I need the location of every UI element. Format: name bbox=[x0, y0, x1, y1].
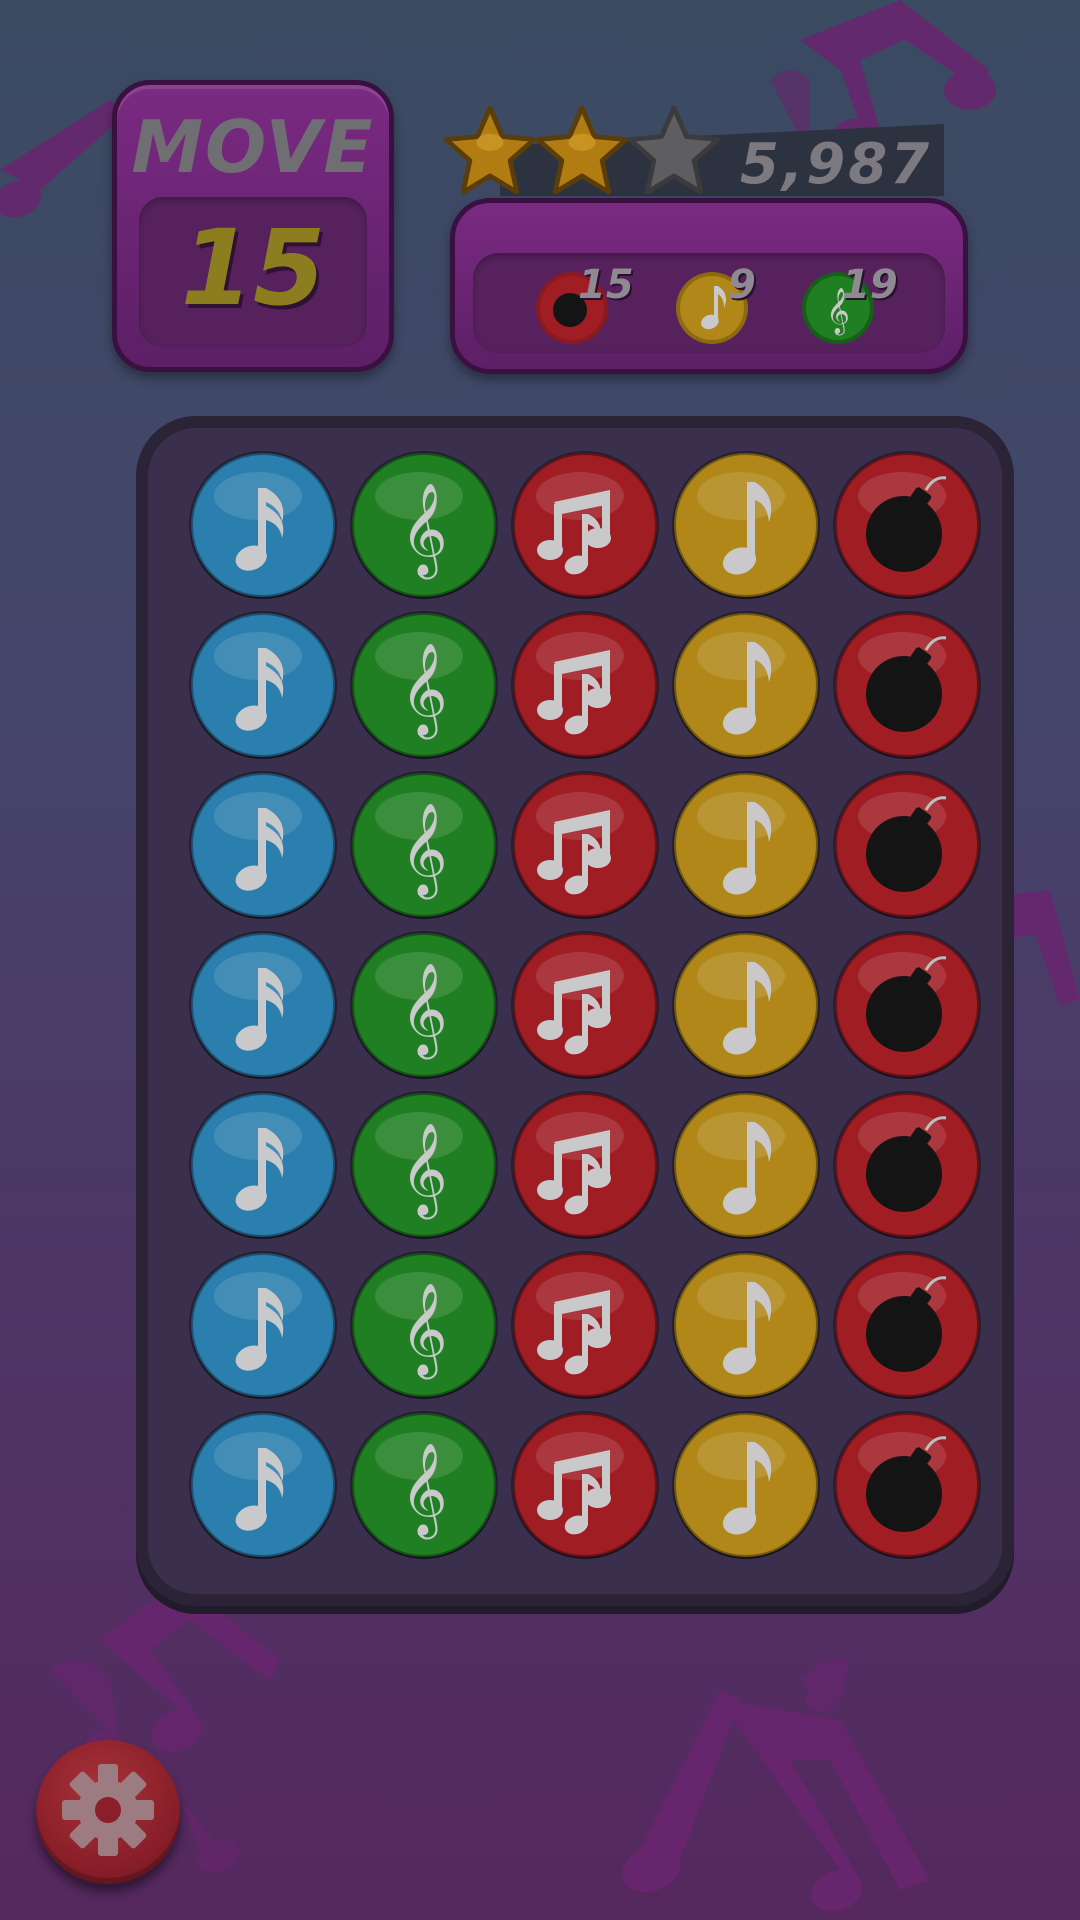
tile-yellow-eighth-note-r1c4[interactable] bbox=[671, 450, 821, 600]
tile-green-treble-clef-r1c2[interactable]: 𝄞 bbox=[349, 450, 499, 600]
tile-green-treble-clef-r3c2[interactable]: 𝄞 bbox=[349, 770, 499, 920]
game-board: 𝄞 𝄞 𝄞 𝄞 𝄞 𝄞 𝄞 bbox=[136, 416, 1014, 1606]
tile-blue-sixteenth-note-r6c1[interactable] bbox=[188, 1250, 338, 1400]
move-count-box: 15 bbox=[139, 197, 367, 347]
goal-bomb-count: 15 bbox=[578, 262, 634, 308]
star-icon-1 bbox=[443, 105, 537, 195]
svg-text:𝄞: 𝄞 bbox=[400, 482, 447, 579]
svg-text:𝄞: 𝄞 bbox=[400, 802, 447, 899]
move-panel: MOVE 15 bbox=[112, 80, 394, 372]
tile-red-bomb-r4c5[interactable] bbox=[832, 930, 982, 1080]
tile-blue-sixteenth-note-r4c1[interactable] bbox=[188, 930, 338, 1080]
svg-text:𝄞: 𝄞 bbox=[400, 1282, 447, 1379]
tile-green-treble-clef-r5c2[interactable]: 𝄞 bbox=[349, 1090, 499, 1240]
svg-text:𝄞: 𝄞 bbox=[400, 642, 447, 739]
goal-clef-count: 19 bbox=[842, 262, 898, 308]
tile-yellow-eighth-note-r4c4[interactable] bbox=[671, 930, 821, 1080]
tile-red-beamed-notes-r4c3[interactable] bbox=[510, 930, 660, 1080]
tile-red-bomb-r7c5[interactable] bbox=[832, 1410, 982, 1560]
svg-text:𝄞: 𝄞 bbox=[400, 962, 447, 1059]
tile-red-bomb-r6c5[interactable] bbox=[832, 1250, 982, 1400]
move-count: 15 bbox=[180, 207, 326, 329]
tile-green-treble-clef-r2c2[interactable]: 𝄞 bbox=[349, 610, 499, 760]
tile-red-bomb-r2c5[interactable] bbox=[832, 610, 982, 760]
tile-yellow-eighth-note-r5c4[interactable] bbox=[671, 1090, 821, 1240]
tile-yellow-eighth-note-r3c4[interactable] bbox=[671, 770, 821, 920]
tile-blue-sixteenth-note-r2c1[interactable] bbox=[188, 610, 338, 760]
move-label: MOVE bbox=[131, 105, 375, 189]
tile-red-beamed-notes-r6c3[interactable] bbox=[510, 1250, 660, 1400]
tile-red-beamed-notes-r1c3[interactable] bbox=[510, 450, 660, 600]
tile-red-beamed-notes-r5c3[interactable] bbox=[510, 1090, 660, 1240]
tile-red-beamed-notes-r3c3[interactable] bbox=[510, 770, 660, 920]
tile-green-treble-clef-r7c2[interactable]: 𝄞 bbox=[349, 1410, 499, 1560]
tile-green-treble-clef-r6c2[interactable]: 𝄞 bbox=[349, 1250, 499, 1400]
settings-button[interactable] bbox=[36, 1740, 180, 1884]
tile-red-beamed-notes-r7c3[interactable] bbox=[510, 1410, 660, 1560]
treble-clef-icon: 𝄞 bbox=[400, 482, 447, 579]
tile-yellow-eighth-note-r6c4[interactable] bbox=[671, 1250, 821, 1400]
tile-red-bomb-r3c5[interactable] bbox=[832, 770, 982, 920]
tile-yellow-eighth-note-r7c4[interactable] bbox=[671, 1410, 821, 1560]
tile-green-treble-clef-r4c2[interactable]: 𝄞 bbox=[349, 930, 499, 1080]
tile-red-bomb-r5c5[interactable] bbox=[832, 1090, 982, 1240]
tile-red-beamed-notes-r2c3[interactable] bbox=[510, 610, 660, 760]
star-icon-3 bbox=[627, 105, 721, 195]
treble-clef-icon: 𝄞 bbox=[400, 642, 447, 739]
tile-red-bomb-r1c5[interactable] bbox=[832, 450, 982, 600]
svg-text:𝄞: 𝄞 bbox=[400, 1442, 447, 1539]
tile-yellow-eighth-note-r2c4[interactable] bbox=[671, 610, 821, 760]
svg-text:𝄞: 𝄞 bbox=[400, 1122, 447, 1219]
gear-icon bbox=[62, 1764, 154, 1856]
treble-clef-icon: 𝄞 bbox=[400, 962, 447, 1059]
tile-blue-sixteenth-note-r7c1[interactable] bbox=[188, 1410, 338, 1560]
star-icon-2 bbox=[535, 105, 629, 195]
goal-note-count: 9 bbox=[728, 262, 756, 308]
treble-clef-icon: 𝄞 bbox=[400, 1442, 447, 1539]
treble-clef-icon: 𝄞 bbox=[400, 1282, 447, 1379]
tile-blue-sixteenth-note-r3c1[interactable] bbox=[188, 770, 338, 920]
tile-blue-sixteenth-note-r5c1[interactable] bbox=[188, 1090, 338, 1240]
treble-clef-icon: 𝄞 bbox=[400, 1122, 447, 1219]
score-value: 5,987 bbox=[740, 132, 933, 197]
treble-clef-icon: 𝄞 bbox=[400, 802, 447, 899]
tile-blue-sixteenth-note-r1c1[interactable] bbox=[188, 450, 338, 600]
